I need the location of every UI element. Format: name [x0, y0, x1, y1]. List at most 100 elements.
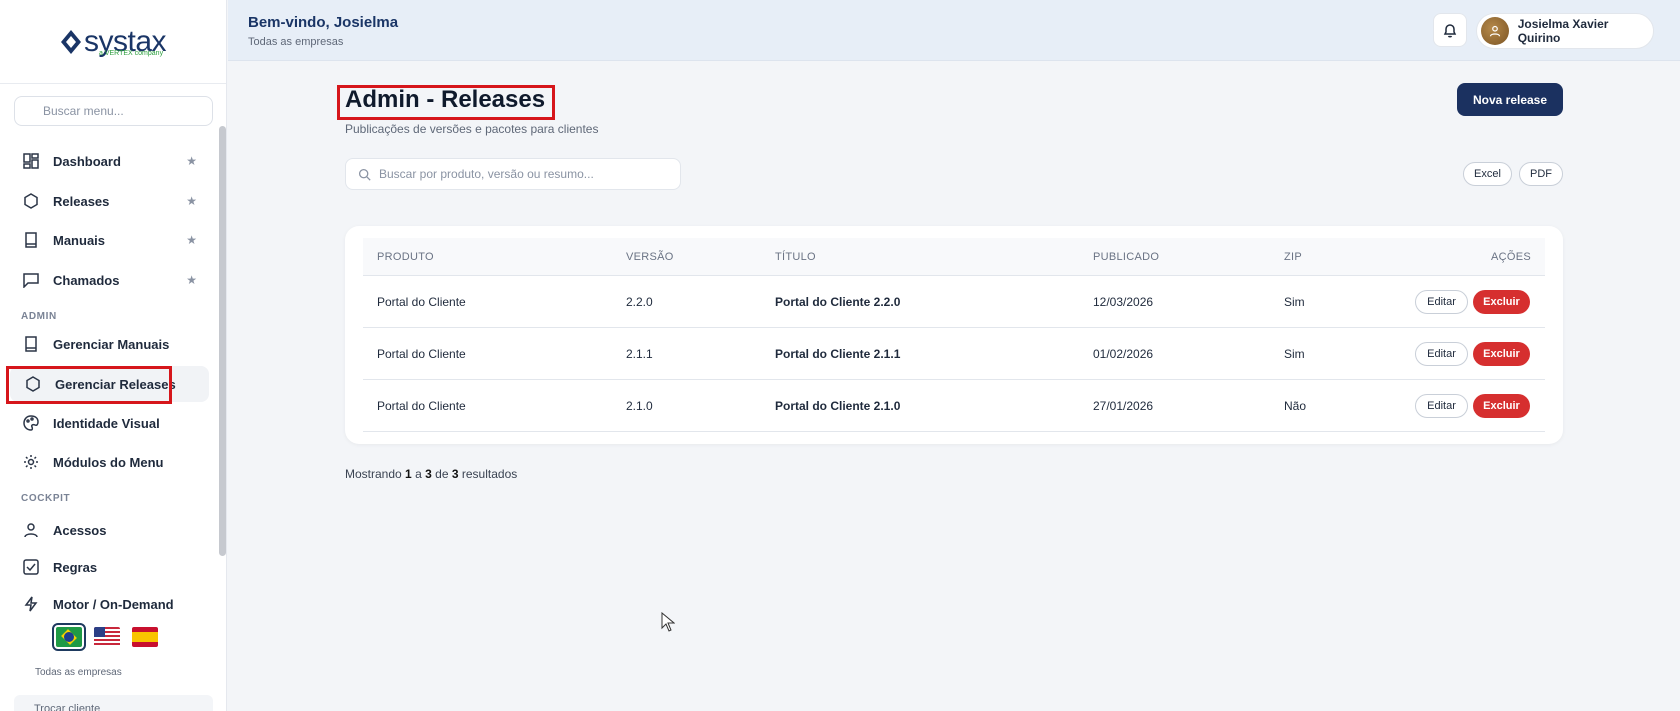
bell-icon: [1443, 24, 1457, 38]
flag-brazil-icon[interactable]: [52, 623, 86, 651]
sidebar-company-scope: Todas as empresas: [35, 667, 122, 678]
cell-versao: 2.2.0: [626, 295, 653, 309]
user-name: Josielma Xavier Quirino: [1517, 17, 1609, 45]
user-icon: [22, 521, 40, 539]
cell-titulo: Portal do Cliente 2.1.1: [775, 347, 901, 361]
highlight-gerenciar-releases: [6, 366, 172, 404]
cell-zip: Não: [1284, 399, 1307, 413]
sidebar-item-label: Releases: [53, 193, 110, 209]
sidebar-item-label: Módulos do Menu: [53, 454, 164, 470]
user-avatar-icon: [1489, 25, 1500, 37]
column-header[interactable]: VERSÃO: [626, 251, 674, 263]
sidebar-item-chamados[interactable]: Chamados ★: [14, 262, 209, 298]
avatar: [1481, 17, 1509, 45]
star-icon[interactable]: ★: [186, 233, 197, 247]
search-placeholder: Buscar por produto, versão ou resumo...: [379, 167, 594, 181]
edit-button[interactable]: Editar: [1415, 290, 1468, 314]
sidebar-item-label: Chamados: [53, 272, 120, 288]
table-row[interactable]: Portal do Cliente 2.1.1 Portal do Client…: [363, 328, 1545, 380]
column-header[interactable]: TÍTULO: [775, 251, 816, 263]
sidebar-item-manuais[interactable]: Manuais ★: [14, 222, 209, 258]
cell-produto: Portal do Cliente: [377, 295, 466, 309]
sidebar-item-label: Manuais: [53, 232, 106, 248]
cell-publicado: 27/01/2026: [1093, 399, 1154, 413]
cell-publicado: 01/02/2026: [1093, 347, 1154, 361]
edit-button[interactable]: Editar: [1415, 342, 1468, 366]
cell-produto: Portal do Cliente: [377, 347, 466, 361]
brand-tagline: a VERTEX company: [99, 50, 164, 57]
logo-mark-icon: [60, 29, 81, 54]
welcome-title: Bem-vindo, Josielma: [248, 14, 399, 31]
results-total: 3: [451, 467, 459, 481]
results-de: de: [435, 467, 449, 481]
results-from: 1: [405, 467, 412, 481]
highlight-page-title: [337, 85, 555, 120]
sidebar-item-label: Identidade Visual: [53, 415, 160, 431]
user-menu[interactable]: Josielma Xavier Quirino: [1476, 13, 1654, 49]
section-admin: ADMIN: [21, 311, 57, 322]
sidebar-item-gerenciar-manuais[interactable]: Gerenciar Manuais: [14, 326, 209, 362]
star-icon[interactable]: ★: [186, 194, 197, 208]
delete-button[interactable]: Excluir: [1473, 394, 1530, 418]
gear-icon: [22, 453, 40, 471]
table-row[interactable]: Portal do Cliente 2.1.0 Portal do Client…: [363, 380, 1545, 432]
checkbox-icon: [22, 558, 40, 576]
delete-button[interactable]: Excluir: [1473, 342, 1530, 366]
sidebar-item-label: Dashboard: [53, 153, 121, 169]
sidebar-item-modulos-menu[interactable]: Módulos do Menu: [14, 444, 209, 480]
sidebar-item-label: Gerenciar Manuais: [53, 336, 170, 352]
cell-zip: Sim: [1284, 295, 1305, 309]
results-prefix: Mostrando: [345, 467, 402, 481]
table-header: PRODUTO VERSÃO TÍTULO PUBLICADO ZIP AÇÕE…: [363, 238, 1545, 276]
logo-area: systax a VERTEX company: [0, 0, 226, 84]
hexagon-icon: [22, 192, 40, 210]
book-icon: [22, 231, 40, 249]
release-search-input[interactable]: Buscar por produto, versão ou resumo...: [345, 158, 681, 190]
column-header: AÇÕES: [1490, 251, 1531, 263]
dashboard-icon: [22, 152, 40, 170]
sidebar-item-motor[interactable]: Motor / On-Demand: [14, 586, 209, 622]
results-a: a: [415, 467, 422, 481]
notifications-button[interactable]: [1433, 13, 1467, 47]
sidebar-item-acessos[interactable]: Acessos: [14, 512, 209, 548]
flag-usa-icon[interactable]: [94, 627, 120, 647]
flag-spain-icon[interactable]: [132, 627, 158, 647]
cell-zip: Sim: [1284, 347, 1305, 361]
results-suffix: resultados: [461, 467, 518, 481]
star-icon[interactable]: ★: [186, 273, 197, 287]
sidebar-item-dashboard[interactable]: Dashboard ★: [14, 143, 209, 179]
delete-button[interactable]: Excluir: [1473, 290, 1530, 314]
sidebar-item-releases[interactable]: Releases ★: [14, 183, 209, 219]
table-row[interactable]: Portal do Cliente 2.2.0 Portal do Client…: [363, 276, 1545, 328]
export-pdf-button[interactable]: PDF: [1519, 162, 1563, 186]
search-icon: [358, 168, 371, 181]
chat-icon: [22, 271, 40, 289]
menu-search-input[interactable]: Buscar menu...: [14, 96, 213, 126]
cell-titulo: Portal do Cliente 2.1.0: [775, 399, 901, 413]
sidebar-item-regras[interactable]: Regras: [14, 549, 209, 585]
sidebar-scrollbar[interactable]: [219, 126, 226, 556]
column-header[interactable]: ZIP: [1284, 251, 1302, 263]
column-header[interactable]: PRODUTO: [377, 251, 434, 263]
sidebar-item-identidade-visual[interactable]: Identidade Visual: [14, 405, 209, 441]
cell-publicado: 12/03/2026: [1093, 295, 1154, 309]
column-header[interactable]: PUBLICADO: [1093, 251, 1159, 263]
releases-table: PRODUTO VERSÃO TÍTULO PUBLICADO ZIP AÇÕE…: [345, 226, 1563, 444]
star-icon[interactable]: ★: [186, 154, 197, 168]
export-excel-button[interactable]: Excel: [1463, 162, 1512, 186]
edit-button[interactable]: Editar: [1415, 394, 1468, 418]
results-to: 3: [425, 467, 432, 481]
welcome-subtitle: Todas as empresas: [248, 36, 344, 48]
new-release-button[interactable]: Nova release: [1457, 83, 1563, 116]
switch-client-button[interactable]: Trocar cliente: [14, 695, 213, 711]
cell-titulo: Portal do Cliente 2.2.0: [775, 295, 901, 309]
cell-versao: 2.1.0: [626, 399, 653, 413]
lightning-icon: [22, 595, 40, 613]
topbar: Bem-vindo, Josielma Todas as empresas Jo…: [228, 0, 1680, 61]
book-icon: [22, 335, 40, 353]
sidebar-item-label: Motor / On-Demand: [53, 596, 174, 612]
page-subtitle: Publicações de versões e pacotes para cl…: [345, 122, 599, 136]
mouse-cursor-icon: [661, 612, 675, 632]
palette-icon: [22, 414, 40, 432]
sidebar: systax a VERTEX company Buscar menu... D…: [0, 0, 227, 711]
